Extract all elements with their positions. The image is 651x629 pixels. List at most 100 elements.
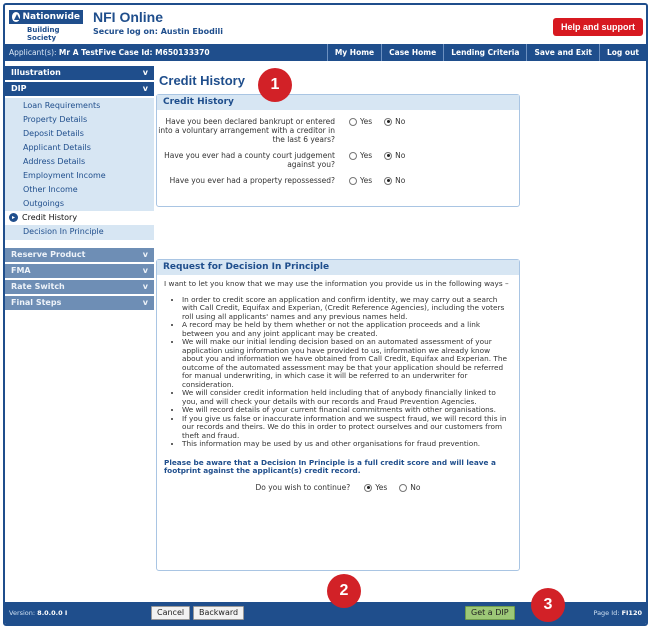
sidebar-item-employment-income[interactable]: Employment Income [5,169,154,183]
radio-circle-icon [399,483,408,492]
sidebar-item-address-details[interactable]: Address Details [5,155,154,169]
radio-no[interactable]: No [384,151,405,160]
radio-no[interactable]: No [384,117,405,126]
sidebar-item-credit-history[interactable]: ▸ Credit History [5,211,154,225]
chevron-down-icon: v [142,298,148,307]
radio-label: Yes [360,117,373,126]
nav-lending-criteria[interactable]: Lending Criteria [443,44,526,61]
nav-my-home[interactable]: My Home [326,44,381,61]
sidebar-section-rate-switch[interactable]: Rate Switch v [5,280,154,294]
radio-label: Yes [375,482,388,492]
radio-selected-icon [384,151,393,160]
radio-no[interactable]: No [384,176,405,185]
secure-log-text: Secure log on: Austin Ebodili [93,27,224,36]
continue-question-row: Do you wish to continue? Yes No [164,482,512,493]
sidebar-section-dip[interactable]: DIP v [5,82,154,96]
applicant-value: Mr A TestFive Case Id: M650133370 [58,48,210,57]
page-title: Credit History [159,73,245,88]
radio-yes[interactable]: Yes [349,151,372,160]
header: Nationwide Building Society NFI Online S… [5,5,646,42]
nav-log-out[interactable]: Log out [599,44,646,61]
list-item: We will make our initial lending decisio… [182,337,512,389]
sidebar-section-label: Rate Switch [11,282,65,291]
nav-case-home[interactable]: Case Home [381,44,443,61]
continue-radio-no[interactable]: No [399,482,421,493]
radio-yes[interactable]: Yes [349,117,372,126]
dip-intro: I want to let you know that we may use t… [164,279,509,288]
sidebar-section-label: Illustration [11,68,61,77]
question-row: Have you been declared bankrupt or enter… [157,117,519,144]
version-value: 8.0.0.0 I [37,609,68,617]
sidebar: Illustration v DIP v Loan Requirements P… [5,66,154,312]
dip-warning: Please be aware that a Decision In Princ… [164,457,496,475]
radio-label: No [395,117,406,126]
credit-history-panel: Credit History Have you been declared ba… [156,94,520,207]
sidebar-section-illustration[interactable]: Illustration v [5,66,154,80]
list-item: In order to credit score an application … [182,295,512,322]
sidebar-item-deposit-details[interactable]: Deposit Details [5,127,154,141]
page-id-text: Page Id: FI120 [593,609,642,617]
radio-circle-icon [349,151,357,160]
question-row: Have you ever had a county court judgeme… [157,151,519,169]
callout-badge-3: 3 [531,588,565,622]
dip-bullet-list: In order to credit score an application … [182,295,512,449]
sidebar-section-label: Final Steps [11,298,62,307]
radio-selected-icon [364,483,373,492]
sidebar-section-label: DIP [11,84,27,93]
radio-label: Yes [360,151,373,160]
callout-badge-1: 1 [258,68,292,102]
nav-save-and-exit[interactable]: Save and Exit [526,44,599,61]
list-item: A record may be held by them whether or … [182,320,512,338]
dip-request-panel: Request for Decision In Principle I want… [156,259,520,571]
sidebar-section-label: FMA [11,266,31,275]
sidebar-section-final-steps[interactable]: Final Steps v [5,296,154,310]
radio-selected-icon [384,117,393,126]
sidebar-item-loan-requirements[interactable]: Loan Requirements [5,99,154,113]
chevron-down-icon: v [142,68,148,77]
question-text: Have you been declared bankrupt or enter… [158,117,335,144]
top-nav-bar: Applicant(s): Mr A TestFive Case Id: M65… [5,44,646,61]
question-text: Have you ever had a property repossessed… [169,176,335,185]
sidebar-section-label: Reserve Product [11,250,86,259]
callout-badge-2: 2 [327,574,361,608]
chevron-down-icon: v [142,266,148,275]
backward-button[interactable]: Backward [193,606,245,620]
app-window: Nationwide Building Society NFI Online S… [3,3,648,626]
radio-circle-icon [349,117,357,126]
sidebar-item-property-details[interactable]: Property Details [5,113,154,127]
dip-submenu: Loan Requirements Property Details Depos… [5,98,154,240]
continue-question: Do you wish to continue? [255,482,351,492]
logo-brand: Nationwide [22,12,80,22]
sidebar-item-label: Credit History [22,213,78,222]
radio-selected-icon [384,176,393,185]
question-row: Have you ever had a property repossessed… [157,176,519,185]
chevron-down-icon: v [142,250,148,259]
radio-label: No [410,482,421,492]
sidebar-section-fma[interactable]: FMA v [5,264,154,278]
version-label: Version: [9,609,36,617]
chevron-down-icon: v [142,84,148,93]
page-id-value: FI120 [621,609,642,617]
cancel-button[interactable]: Cancel [151,606,191,620]
app-title: NFI Online [93,9,163,25]
sidebar-item-decision-in-principle[interactable]: Decision In Principle [5,225,154,239]
radio-yes[interactable]: Yes [349,176,372,185]
sidebar-item-other-income[interactable]: Other Income [5,183,154,197]
applicant-info: Applicant(s): Mr A TestFive Case Id: M65… [5,48,327,57]
chevron-down-icon: v [142,282,148,291]
current-step-icon: ▸ [9,213,18,222]
sidebar-section-reserve-product[interactable]: Reserve Product v [5,248,154,262]
list-item: If you give us false or inaccurate infor… [182,414,512,441]
version-text: Version: 8.0.0.0 I [9,609,67,617]
panel-title: Credit History [157,95,519,110]
sidebar-item-applicant-details[interactable]: Applicant Details [5,141,154,155]
list-item: We will consider credit information held… [182,388,512,406]
applicant-prefix: Applicant(s): [9,48,57,57]
radio-label: No [395,151,406,160]
continue-radio-yes[interactable]: Yes [364,482,388,493]
question-text: Have you ever had a county court judgeme… [164,151,335,169]
get-dip-button[interactable]: Get a DIP [465,606,515,620]
sidebar-item-outgoings[interactable]: Outgoings [5,197,154,211]
logo-subtitle: Building Society [27,26,60,42]
help-support-button[interactable]: Help and support [553,18,643,36]
